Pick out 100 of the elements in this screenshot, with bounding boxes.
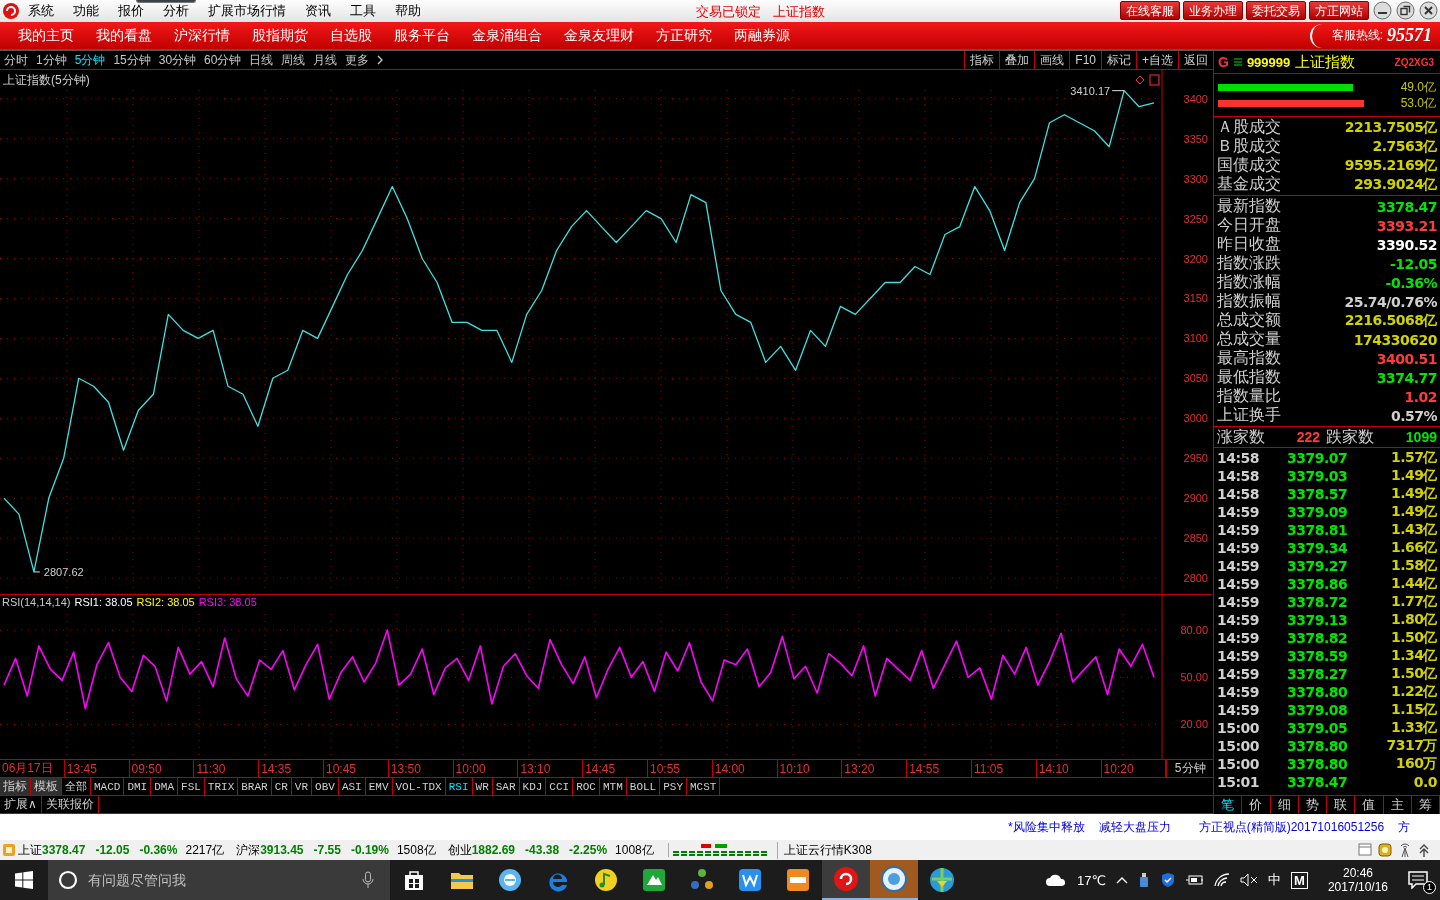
toolbar-button[interactable]: 在线客服 bbox=[1120, 1, 1180, 21]
usb-icon[interactable] bbox=[1138, 872, 1151, 888]
period-tab[interactable]: 日线 bbox=[249, 51, 274, 69]
indicator-tab[interactable]: DMA bbox=[151, 778, 179, 796]
microphone-icon[interactable] bbox=[362, 871, 374, 889]
nav-item[interactable]: 我的看盘 bbox=[96, 26, 152, 45]
menu-item[interactable]: 功能 bbox=[73, 3, 99, 18]
minimize-icon[interactable] bbox=[1373, 1, 1392, 21]
swirl-app-icon[interactable] bbox=[822, 860, 870, 900]
nav-item[interactable]: 金泉涌组合 bbox=[472, 26, 542, 45]
indicator-tab[interactable]: PSY bbox=[660, 778, 687, 796]
indicator-tab[interactable]: FSL bbox=[178, 778, 205, 796]
chart-tool-button[interactable]: 指标 bbox=[964, 51, 1000, 70]
indicator-tab[interactable]: CCI bbox=[546, 778, 574, 796]
panel-tab[interactable]: 扩展∧ bbox=[0, 796, 42, 814]
indicator-tab[interactable]: BOLL bbox=[626, 778, 661, 796]
period-tab[interactable]: 15分钟 bbox=[113, 51, 151, 69]
battery-icon[interactable] bbox=[1186, 874, 1205, 886]
indicator-tab[interactable]: BRAR bbox=[238, 778, 272, 796]
nav-item[interactable]: 服务平台 bbox=[394, 26, 450, 45]
toolbar-button[interactable]: 方正网站 bbox=[1309, 1, 1369, 21]
input-mode-text[interactable]: M bbox=[1291, 871, 1308, 889]
panel-tab[interactable]: 关联报价 bbox=[41, 796, 99, 814]
wifi-icon[interactable] bbox=[1214, 873, 1231, 887]
menu-icon[interactable] bbox=[1233, 58, 1242, 67]
chart-tool-button[interactable]: 画线 bbox=[1034, 51, 1070, 70]
menu-item[interactable]: 报价 bbox=[118, 3, 144, 18]
period-tab[interactable]: 60分钟 bbox=[204, 51, 242, 69]
nav-item[interactable]: 两融券源 bbox=[734, 26, 790, 45]
news-link[interactable]: 方 bbox=[1398, 818, 1411, 836]
chart-tool-button[interactable]: F10 bbox=[1069, 51, 1101, 70]
period-tab[interactable]: 1分钟 bbox=[36, 51, 67, 69]
coin-icon[interactable] bbox=[1378, 843, 1392, 858]
indicator-tab[interactable]: RSI bbox=[445, 778, 473, 796]
period-tab[interactable]: 月线 bbox=[313, 51, 338, 69]
toolbar-button[interactable]: 委托交易 bbox=[1246, 1, 1306, 21]
indicator-tab[interactable]: 全部 bbox=[62, 778, 91, 796]
news-link[interactable]: *风险集中释放 bbox=[1008, 818, 1085, 836]
nav-item[interactable]: 我的主页 bbox=[18, 26, 74, 45]
restore-icon[interactable] bbox=[1396, 1, 1415, 21]
panel-icon[interactable] bbox=[1149, 74, 1160, 86]
close-icon[interactable] bbox=[1419, 1, 1438, 21]
menu-item[interactable]: 资讯 bbox=[305, 3, 331, 18]
indicator-tab[interactable]: 模板 bbox=[31, 778, 62, 796]
chart-tool-button[interactable]: 标记 bbox=[1101, 51, 1136, 70]
indicator-tab[interactable]: KDJ bbox=[519, 778, 547, 796]
antenna-icon[interactable] bbox=[1398, 843, 1412, 858]
input-method-text[interactable]: 中 bbox=[1268, 871, 1282, 889]
indicator-tab[interactable]: VOL-TDX bbox=[392, 778, 446, 796]
period-tab[interactable]: 周线 bbox=[281, 51, 306, 69]
mute-speaker-icon[interactable] bbox=[1240, 873, 1259, 887]
search-input[interactable]: 有问题尽管问我 bbox=[86, 871, 354, 889]
notification-icon[interactable] bbox=[1408, 871, 1428, 889]
indicator-tab[interactable]: DMI bbox=[124, 778, 152, 796]
indicator-tab[interactable]: MTM bbox=[600, 778, 627, 796]
period-tab[interactable]: 30分钟 bbox=[158, 51, 197, 69]
nav-item[interactable]: 方正研究 bbox=[656, 26, 712, 45]
chevron-right-icon[interactable] bbox=[377, 55, 385, 66]
chart-tool-button[interactable]: 返回 bbox=[1178, 51, 1213, 70]
badge-app-icon[interactable] bbox=[870, 860, 918, 900]
chevron-up-icon[interactable] bbox=[1116, 876, 1129, 884]
indicator-tab[interactable]: MCST bbox=[687, 778, 721, 796]
menu-item[interactable]: 帮助 bbox=[395, 3, 421, 18]
period-tab[interactable]: 5分钟 bbox=[74, 51, 106, 69]
time-label: 10:20 bbox=[1101, 760, 1167, 778]
clock-time[interactable]: 20:46 bbox=[1342, 866, 1373, 880]
nav-item[interactable]: 金泉友理财 bbox=[564, 26, 634, 45]
indicator-tab[interactable]: TRIX bbox=[204, 778, 239, 796]
stat-value: 3374.77 bbox=[1376, 369, 1437, 386]
double-up-arrow-icon[interactable] bbox=[1418, 843, 1430, 858]
menu-item[interactable]: 系统 bbox=[28, 3, 54, 18]
nav-item[interactable]: 沪深行情 bbox=[174, 26, 230, 45]
indicator-tab[interactable]: ASI bbox=[338, 778, 366, 796]
news-link[interactable]: 方正视点(精简版)20171016051256 bbox=[1198, 818, 1385, 836]
clock-date[interactable]: 2017/10/16 bbox=[1327, 880, 1388, 894]
chart-tool-button[interactable]: 叠加 bbox=[999, 51, 1035, 70]
menu-item[interactable]: 分析 bbox=[163, 3, 189, 18]
indicator-tab[interactable]: EMV bbox=[365, 778, 393, 796]
chart-tool-button[interactable]: +自选 bbox=[1136, 51, 1178, 70]
diamond-icon[interactable] bbox=[1135, 75, 1145, 85]
indicator-tab[interactable]: WR bbox=[472, 778, 493, 796]
indicator-tab[interactable]: MACD bbox=[91, 778, 125, 796]
nav-item[interactable]: 自选股 bbox=[330, 26, 372, 45]
menu-item[interactable]: 工具 bbox=[350, 3, 376, 18]
search-field[interactable]: 有问题尽管问我 bbox=[48, 860, 390, 900]
windows-start-icon[interactable] bbox=[15, 871, 33, 889]
news-link[interactable]: 减轻大盘压力 bbox=[1098, 818, 1171, 836]
menu-item[interactable]: 扩展市场行情 bbox=[208, 3, 286, 18]
shield-icon[interactable] bbox=[1160, 872, 1177, 888]
indicator-tab[interactable]: SAR bbox=[492, 778, 520, 796]
toolbar-button[interactable]: 业务办理 bbox=[1183, 1, 1243, 21]
nav-item[interactable]: 股指期货 bbox=[252, 26, 308, 45]
window-icon[interactable] bbox=[1358, 843, 1372, 857]
indicator-tab[interactable]: 指标 bbox=[0, 778, 31, 796]
period-tab[interactable]: 分时 bbox=[4, 51, 28, 69]
indicator-tab[interactable]: ROC bbox=[573, 778, 600, 796]
indicator-tab[interactable]: OBV bbox=[312, 778, 339, 796]
indicator-tab[interactable]: CR bbox=[271, 778, 292, 796]
period-tab[interactable]: 更多 bbox=[345, 51, 370, 69]
indicator-tab[interactable]: VR bbox=[291, 778, 313, 796]
